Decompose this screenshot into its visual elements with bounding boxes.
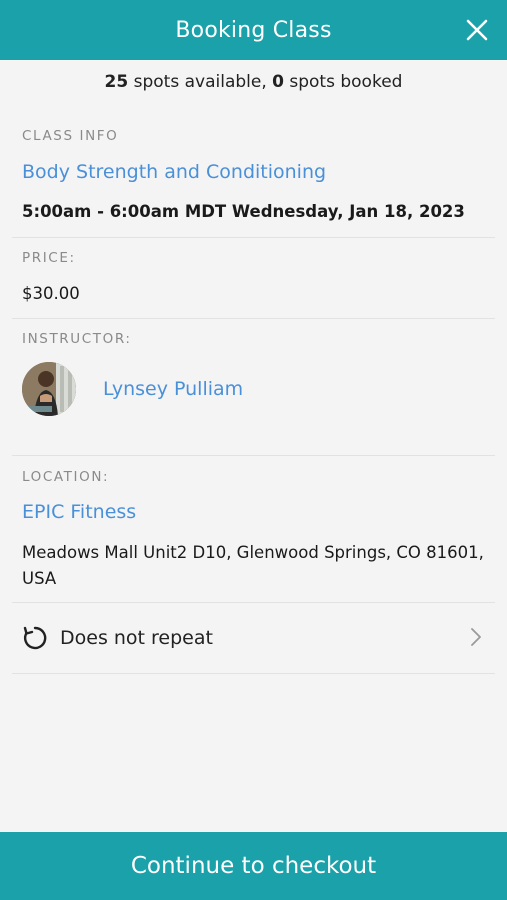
divider bbox=[12, 602, 495, 603]
price-label: PRICE: bbox=[22, 250, 76, 266]
address-line-1: Meadows Mall Unit2 D10, Glenwood Springs… bbox=[22, 543, 484, 562]
repeat-label: Does not repeat bbox=[60, 627, 213, 649]
location-label-row: LOCATION: bbox=[22, 469, 485, 485]
spots-booked-count: 0 bbox=[272, 72, 284, 92]
price-row: $30.00 bbox=[22, 284, 485, 303]
instructor-avatar[interactable] bbox=[22, 362, 76, 416]
chevron-right-icon bbox=[471, 628, 481, 646]
section-label: CLASS INFO bbox=[22, 128, 119, 144]
price-label-row: PRICE: bbox=[22, 250, 485, 266]
instructor-label: INSTRUCTOR: bbox=[22, 331, 132, 347]
class-time: 5:00am - 6:00am MDT Wednesday, Jan 18, 2… bbox=[22, 202, 465, 221]
divider bbox=[12, 455, 495, 456]
divider bbox=[12, 673, 495, 674]
location-address: Meadows Mall Unit2 D10, Glenwood Springs… bbox=[22, 540, 485, 592]
address-line-2: USA bbox=[22, 569, 57, 588]
avatar-photo bbox=[22, 362, 76, 416]
availability-summary: 25 spots available, 0 spots booked bbox=[0, 72, 507, 92]
spots-available-count: 25 bbox=[104, 72, 129, 92]
instructor-label-row: INSTRUCTOR: bbox=[22, 331, 485, 347]
continue-to-checkout-button[interactable]: Continue to checkout bbox=[0, 832, 507, 900]
header-bar: Booking Class bbox=[0, 0, 507, 60]
location-label: LOCATION: bbox=[22, 469, 110, 485]
page-title: Booking Class bbox=[175, 17, 332, 43]
location-name-row: EPIC Fitness bbox=[22, 501, 485, 523]
class-info-label: CLASS INFO bbox=[22, 128, 485, 144]
class-name-row: Body Strength and Conditioning bbox=[22, 161, 485, 183]
divider bbox=[12, 237, 495, 238]
repeat-icon bbox=[23, 626, 47, 650]
price-value: $30.00 bbox=[22, 284, 80, 303]
spots-booked-text: spots booked bbox=[283, 72, 403, 92]
class-name-link[interactable]: Body Strength and Conditioning bbox=[22, 161, 326, 183]
close-icon bbox=[466, 19, 488, 41]
location-name-link[interactable]: EPIC Fitness bbox=[22, 501, 136, 523]
close-button[interactable] bbox=[461, 14, 493, 46]
instructor-name-link[interactable]: Lynsey Pulliam bbox=[103, 378, 243, 400]
class-time-row: 5:00am - 6:00am MDT Wednesday, Jan 18, 2… bbox=[22, 202, 485, 221]
checkout-button-label: Continue to checkout bbox=[130, 853, 377, 879]
repeat-option-row[interactable]: Does not repeat bbox=[12, 604, 495, 672]
spots-available-text: spots available, bbox=[128, 72, 273, 92]
instructor-row[interactable]: Lynsey Pulliam bbox=[22, 362, 485, 416]
divider bbox=[12, 318, 495, 319]
